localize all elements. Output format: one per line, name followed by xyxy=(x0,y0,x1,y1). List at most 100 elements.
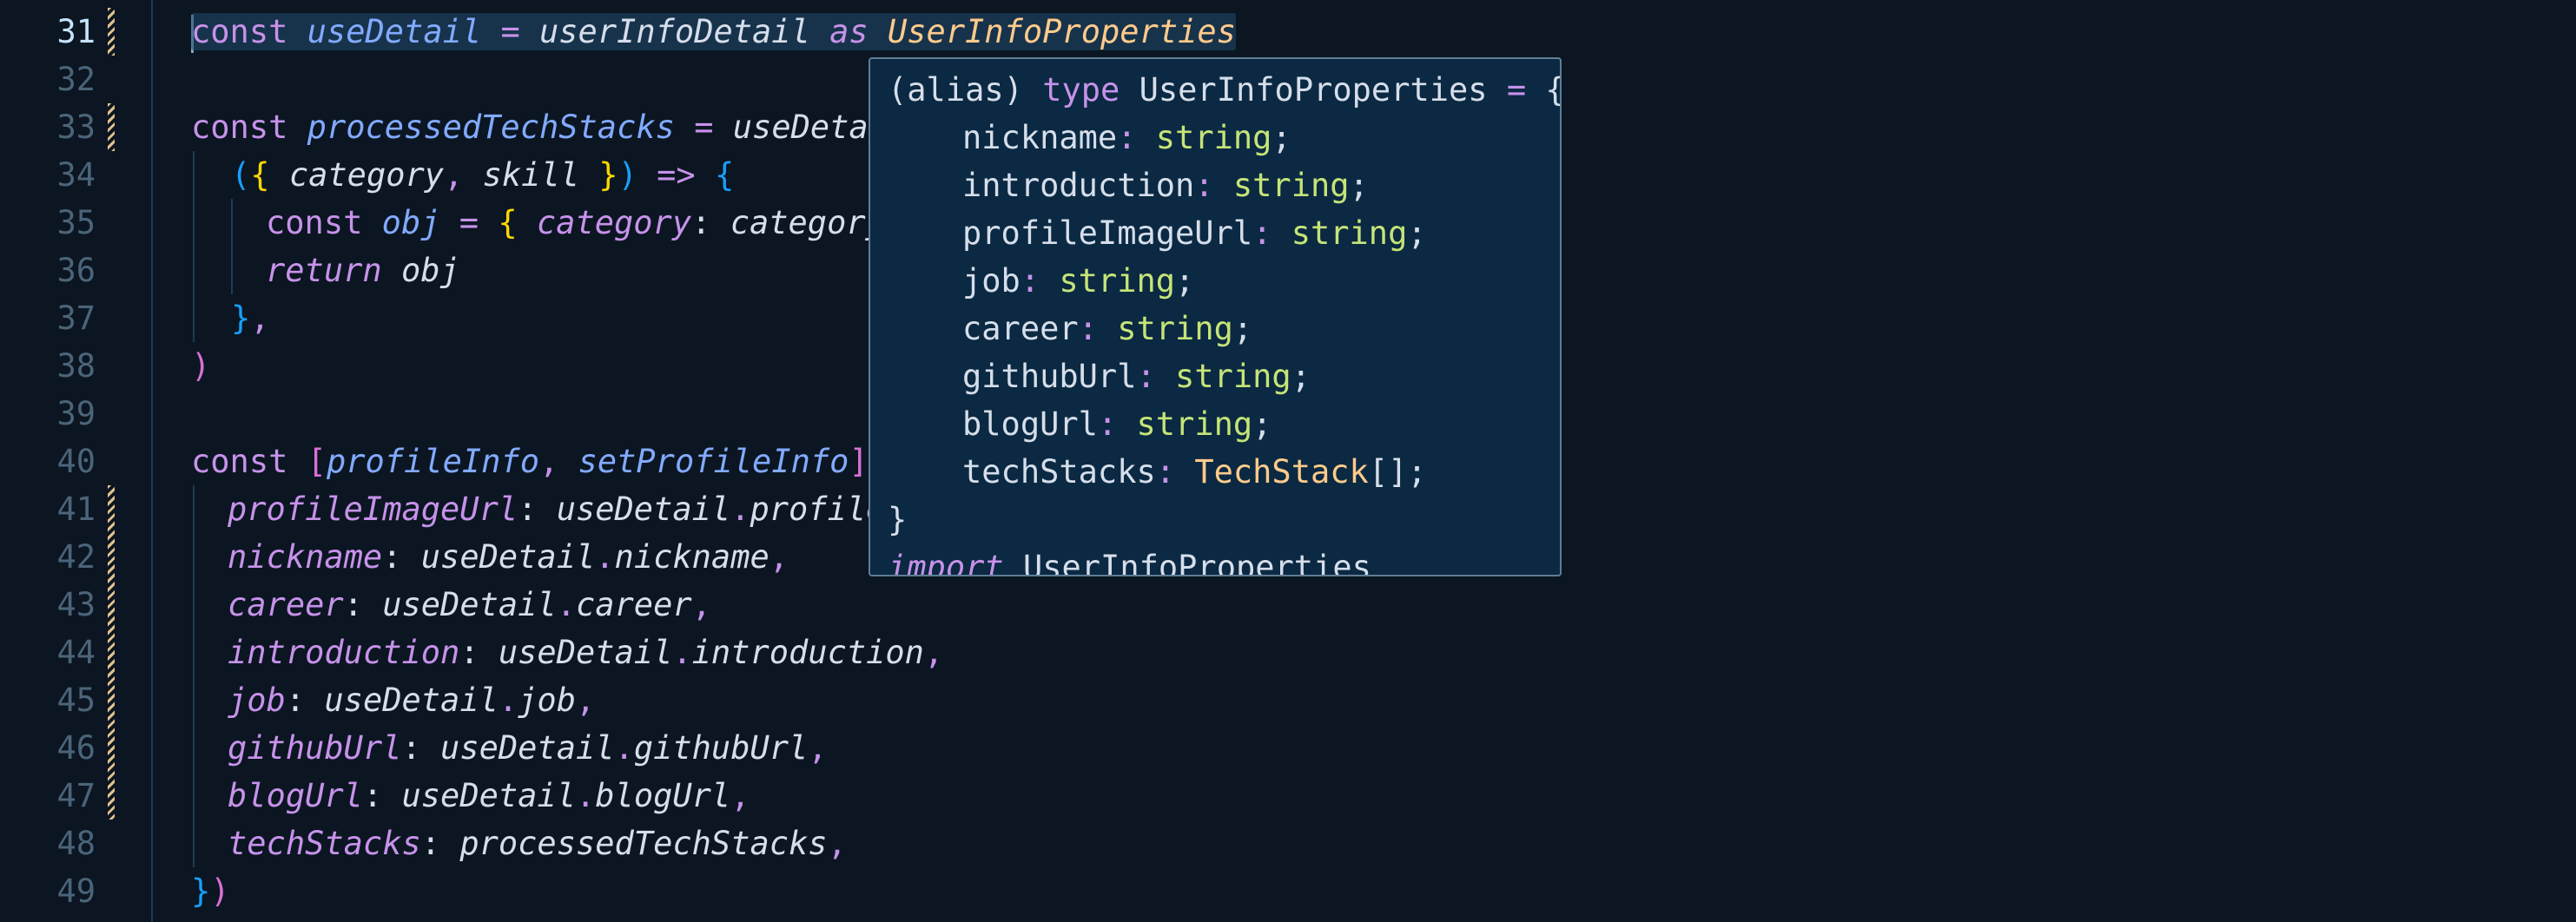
property-key: introduction xyxy=(228,634,460,671)
code-line-47[interactable]: blogUrl: useDetail.blogUrl, xyxy=(228,772,750,820)
bracket: ) xyxy=(191,347,211,385)
punctuation: : xyxy=(401,729,421,767)
identifier: setProfileInfo xyxy=(578,443,849,480)
line-number: 42 xyxy=(56,538,96,576)
punctuation: . xyxy=(730,491,750,528)
code-line-49[interactable]: }) xyxy=(191,867,230,915)
property-key: profileImageUrl xyxy=(228,491,519,528)
line-number: 32 xyxy=(56,61,96,98)
identifier: useDetail xyxy=(401,777,576,814)
identifier: introduction xyxy=(691,634,924,671)
keyword-return: return xyxy=(266,252,382,289)
identifier: profile xyxy=(750,491,886,528)
alias-label: (alias) xyxy=(888,71,1023,109)
punctuation: , xyxy=(575,682,596,719)
punctuation: , xyxy=(730,777,750,814)
line-number: 49 xyxy=(56,873,96,910)
code-line-36[interactable]: return obj xyxy=(266,247,459,294)
punctuation: : xyxy=(362,777,383,814)
tooltip-field: githubUrl: string; xyxy=(962,358,1311,395)
keyword-as: as xyxy=(829,13,869,50)
punctuation: : xyxy=(691,204,711,241)
punctuation: , xyxy=(827,825,847,862)
identifier: profileInfo xyxy=(326,443,539,480)
code-line-44[interactable]: introduction: useDetail.introduction, xyxy=(228,629,943,676)
bracket: { xyxy=(498,204,518,241)
indent-guide xyxy=(231,199,233,294)
identifier: useDetail xyxy=(556,491,731,528)
code-line-41[interactable]: profileImageUrl: useDetail.profile xyxy=(228,485,885,533)
git-modified-marker[interactable] xyxy=(108,485,115,820)
field-name: blogUrl xyxy=(962,405,1098,443)
code-line-42[interactable]: nickname: useDetail.nickname, xyxy=(228,533,789,581)
tooltip-import-line: import UserInfoProperties xyxy=(888,543,1371,576)
code-line-48[interactable]: techStacks: processedTechStacks, xyxy=(228,820,847,867)
punctuation: , xyxy=(808,729,828,767)
punctuation: : xyxy=(343,586,363,623)
punctuation: . xyxy=(575,777,596,814)
code-line-43[interactable]: career: useDetail.career, xyxy=(228,581,711,629)
code-line-38[interactable]: ) xyxy=(191,342,210,390)
property-key: nickname xyxy=(228,538,383,576)
identifier: useDetail xyxy=(498,634,673,671)
bracket: { xyxy=(250,156,270,194)
bracket: ( xyxy=(231,156,251,194)
punctuation: . xyxy=(614,729,634,767)
parameter: skill xyxy=(482,156,580,194)
property-key: techStacks xyxy=(228,825,421,862)
field-type: TechStack xyxy=(1194,453,1369,491)
keyword-import: import xyxy=(888,549,1004,576)
field-name: profileImageUrl xyxy=(962,214,1253,252)
field-name: techStacks xyxy=(962,453,1156,491)
code-editor[interactable]: 31 32 33 34 35 36 37 38 39 40 41 42 43 4… xyxy=(0,0,2576,922)
type-name: UserInfoProperties xyxy=(1139,71,1488,109)
punctuation: : xyxy=(420,825,441,862)
line-number: 46 xyxy=(56,729,96,767)
line-number: 48 xyxy=(56,825,96,862)
field-name: job xyxy=(962,262,1020,300)
code-line-46[interactable]: githubUrl: useDetail.githubUrl, xyxy=(228,724,828,772)
type-reference[interactable]: UserInfoProperties xyxy=(888,13,1236,50)
line-number: 38 xyxy=(56,347,96,385)
identifier: useDetail xyxy=(307,13,482,50)
line-number: 41 xyxy=(56,491,96,528)
line-number: 35 xyxy=(56,204,96,241)
identifier: nickname xyxy=(614,538,769,576)
punctuation: : xyxy=(518,491,538,528)
punctuation: . xyxy=(672,634,692,671)
code-line-34[interactable]: ({ category, skill }) => { xyxy=(231,151,734,199)
code-line-35[interactable]: const obj = { category: category xyxy=(266,199,885,247)
gutter-divider xyxy=(151,0,153,922)
bracket: { xyxy=(1545,71,1560,109)
bracket: ) xyxy=(210,873,230,910)
field-name: nickname xyxy=(962,119,1118,156)
field-name: career xyxy=(962,310,1079,347)
git-modified-marker[interactable] xyxy=(108,8,115,56)
punctuation: , xyxy=(250,300,270,337)
code-line-31[interactable]: const useDetail = userInfoDetail as User… xyxy=(191,8,1236,56)
git-modified-marker[interactable] xyxy=(108,103,115,151)
keyword-const: const xyxy=(191,443,288,480)
code-line-45[interactable]: job: useDetail.job, xyxy=(228,676,595,724)
tooltip-signature: (alias) type UserInfoProperties = { xyxy=(888,66,1560,114)
hover-tooltip[interactable]: (alias) type UserInfoProperties = { nick… xyxy=(869,57,1562,576)
code-line-37[interactable]: }, xyxy=(231,294,270,342)
punctuation: , xyxy=(923,634,944,671)
line-number: 34 xyxy=(56,156,96,194)
line-number: 36 xyxy=(56,252,96,289)
line-number-gutter: 31 32 33 34 35 36 37 38 39 40 41 42 43 4… xyxy=(0,0,148,922)
keyword-const: const xyxy=(266,204,363,241)
line-number: 33 xyxy=(56,109,96,146)
identifier: userInfoDetail xyxy=(539,13,810,50)
punctuation: , xyxy=(444,156,464,194)
property-key: career xyxy=(228,586,344,623)
identifier: useDetai xyxy=(732,109,888,146)
field-type: string xyxy=(1059,262,1176,300)
bracket: ] xyxy=(849,443,869,480)
code-line-33[interactable]: const processedTechStacks = useDetai xyxy=(191,103,888,151)
identifier: useDetail xyxy=(382,586,557,623)
code-line-40[interactable]: const [profileInfo, setProfileInfo] xyxy=(191,438,869,485)
bracket: } xyxy=(598,156,618,194)
punctuation: : xyxy=(382,538,402,576)
operator: => xyxy=(657,156,696,194)
